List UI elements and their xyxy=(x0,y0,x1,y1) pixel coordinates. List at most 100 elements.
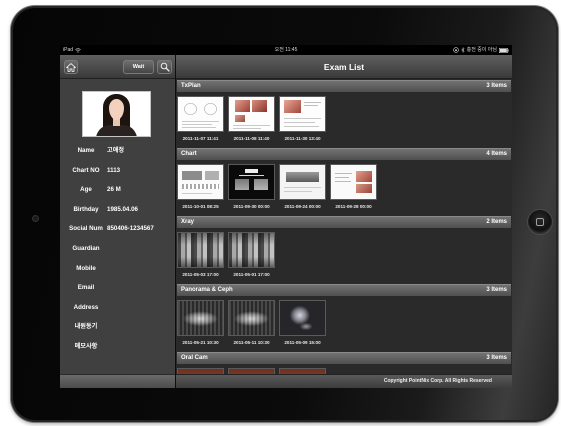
patient-field-guardian: Guardian xyxy=(60,239,175,259)
section-header: Chart 4 Items xyxy=(177,148,511,160)
section-title: Chart xyxy=(181,151,197,157)
status-time: 오전 11:45 xyxy=(274,47,298,53)
patient-field-email: Email xyxy=(60,278,175,298)
patient-field-age: Age 26 M xyxy=(60,180,175,200)
exam-list[interactable]: TxPlan 3 Items 2011-11-07 11:41 2011-11-08 … xyxy=(176,79,512,374)
section-item-count: 2 Items xyxy=(486,219,507,225)
exam-date: 2011-11-07 11:41 xyxy=(182,136,219,141)
exam-section: TxPlan 3 Items 2011-11-07 11:41 2011-11-08 … xyxy=(176,80,512,148)
exam-item[interactable]: 2011-09-30 00:00 xyxy=(229,165,274,210)
search-icon xyxy=(160,62,170,72)
field-label: Birthday xyxy=(73,205,99,213)
exam-date: 2011-09-30 00:00 xyxy=(233,204,270,209)
exam-item[interactable]: 2011-05-09 15:00 xyxy=(280,301,325,346)
thumbnail-row: 2011-10-01 08:25 2011-09-30 00:00 2011-09-… xyxy=(178,165,376,210)
sidebar-footer-bar xyxy=(60,374,175,388)
wait-button[interactable]: Wait xyxy=(123,60,154,74)
patient-field-name: Name 고애정 xyxy=(60,141,175,161)
field-value: 1113 xyxy=(107,166,121,174)
exam-date: 2011-05-21 10:30 xyxy=(182,340,219,345)
sidebar-toolbar: Wait xyxy=(60,55,175,79)
exam-date: 2011-09-24 00:00 xyxy=(284,204,321,209)
field-label: Guardian xyxy=(72,244,100,252)
exam-item[interactable]: 2011-09-24 00:00 xyxy=(280,165,325,210)
exam-item[interactable]: 2011-05-21 10:30 xyxy=(178,301,223,346)
thumbnail-row: 2011-05-03 17:00 2011-05-01 17:00 xyxy=(178,233,274,278)
patient-field-birthday: Birthday 1985.04.06 xyxy=(60,200,175,220)
status-bar: iPad 오전 11:45 충전 중이 아님 xyxy=(60,45,512,55)
patient-photo xyxy=(83,92,150,136)
chart-photo-sheet-thumbnail[interactable] xyxy=(331,165,376,199)
exam-date: 2011-09-28 00:00 xyxy=(335,204,372,209)
cephalometric-xray-thumbnail[interactable] xyxy=(280,301,325,335)
section-item-count: 4 Items xyxy=(486,151,507,157)
chart-panorama-sheet-thumbnail[interactable] xyxy=(280,165,325,199)
bluetooth-icon xyxy=(460,47,465,53)
search-button[interactable] xyxy=(157,60,172,74)
field-label: 메모사항 xyxy=(74,342,98,350)
status-left: iPad xyxy=(63,45,81,55)
battery-icon xyxy=(499,47,509,53)
wifi-icon xyxy=(75,47,81,53)
patient-fields: Name 고애정 Chart NO 1113 Age 26 M Birthday 198… xyxy=(60,141,175,357)
section-header: Oral Cam 3 Items xyxy=(177,352,511,364)
periapical-xray-thumbnail[interactable] xyxy=(178,233,223,267)
field-value: 고애정 xyxy=(107,147,125,154)
section-header: TxPlan 3 Items xyxy=(177,80,511,92)
device-screen: iPad 오전 11:45 충전 중이 아님 Wait Name 고애정 Cha… xyxy=(60,45,512,388)
exam-date: 2011-10-01 08:25 xyxy=(182,204,219,209)
exam-date: 2011-11-30 13:40 xyxy=(284,136,321,141)
field-value: 850406-1234567 xyxy=(107,225,154,233)
field-label: 내원동기 xyxy=(74,323,98,331)
panoramic-xray-thumbnail[interactable] xyxy=(178,301,223,335)
patient-field-chart-no: Chart NO 1113 xyxy=(60,161,175,181)
periapical-xray-thumbnail[interactable] xyxy=(229,233,274,267)
panoramic-xray-thumbnail[interactable] xyxy=(229,301,274,335)
exam-date: 2011-05-03 17:00 xyxy=(182,272,219,277)
exam-item[interactable]: 2011-11-08 11:40 xyxy=(229,97,274,142)
patient-field-memo: 메모사항 xyxy=(60,337,175,357)
exam-list-panel: Exam List TxPlan 3 Items 2011-11-07 11:41 2… xyxy=(176,55,512,388)
status-right: 충전 중이 아님 xyxy=(452,45,509,55)
exam-item[interactable]: 2011-05-11 10:30 xyxy=(229,301,274,346)
patient-field-social-num: Social Num 850406-1234567 xyxy=(60,219,175,239)
home-button[interactable] xyxy=(64,60,78,74)
section-title: Panorama & Ceph xyxy=(181,287,233,293)
exam-item[interactable]: 2011-09-28 00:00 xyxy=(331,165,376,210)
exam-item[interactable]: 2011-11-07 11:41 xyxy=(178,97,223,142)
exam-section: Panorama & Ceph 3 Items 2011-05-21 10:30 20… xyxy=(176,284,512,352)
exam-item[interactable]: 2011-11-30 13:40 xyxy=(280,97,325,142)
patient-field-visit-reason: 내원동기 xyxy=(60,317,175,337)
treatment-plan-diagram-thumbnail[interactable] xyxy=(178,97,223,131)
front-camera xyxy=(33,216,38,221)
exam-item[interactable]: 2011-10-01 08:25 xyxy=(178,165,223,210)
section-item-count: 3 Items xyxy=(486,287,507,293)
exam-section: Chart 4 Items 2011-10-01 08:25 2011-09-30 0… xyxy=(176,148,512,216)
ipad-device-frame: iPad 오전 11:45 충전 중이 아님 Wait Name 고애정 Cha… xyxy=(11,6,558,422)
section-title: Xray xyxy=(181,219,195,225)
section-item-count: 3 Items xyxy=(486,83,507,89)
treatment-plan-photo-thumbnail[interactable] xyxy=(280,97,325,131)
thumbnail-row: 2011-05-21 10:30 2011-05-11 10:30 2011-05-… xyxy=(178,301,325,346)
patient-info-panel: Name 고애정 Chart NO 1113 Age 26 M Birthday 198… xyxy=(60,79,175,374)
section-title: TxPlan xyxy=(181,83,201,89)
exam-date: 2011-05-01 17:00 xyxy=(233,272,270,277)
rotation-lock-icon xyxy=(452,47,459,53)
field-label: Mobile xyxy=(76,264,96,272)
exam-item[interactable]: 2011-05-03 17:00 xyxy=(178,233,223,278)
patient-field-mobile: Mobile xyxy=(60,259,175,279)
field-label: Age xyxy=(80,186,92,194)
chart-diagram-thumbnail[interactable] xyxy=(178,165,223,199)
exam-section: Oral Cam 3 Items xyxy=(176,352,512,374)
treatment-plan-photos-thumbnail[interactable] xyxy=(229,97,274,131)
exam-date: 2011-05-11 10:30 xyxy=(233,340,270,345)
exam-item[interactable]: 2011-05-01 17:00 xyxy=(229,233,274,278)
chart-xray-sheet-thumbnail[interactable] xyxy=(229,165,274,199)
home-hardware-button[interactable] xyxy=(528,210,552,234)
exam-date: 2011-05-09 15:00 xyxy=(284,340,321,345)
home-button-square-icon xyxy=(536,218,544,226)
patient-field-address: Address xyxy=(60,298,175,318)
field-value: 26 M xyxy=(107,186,121,194)
field-label: Address xyxy=(73,303,99,311)
section-header: Xray 2 Items xyxy=(177,216,511,228)
